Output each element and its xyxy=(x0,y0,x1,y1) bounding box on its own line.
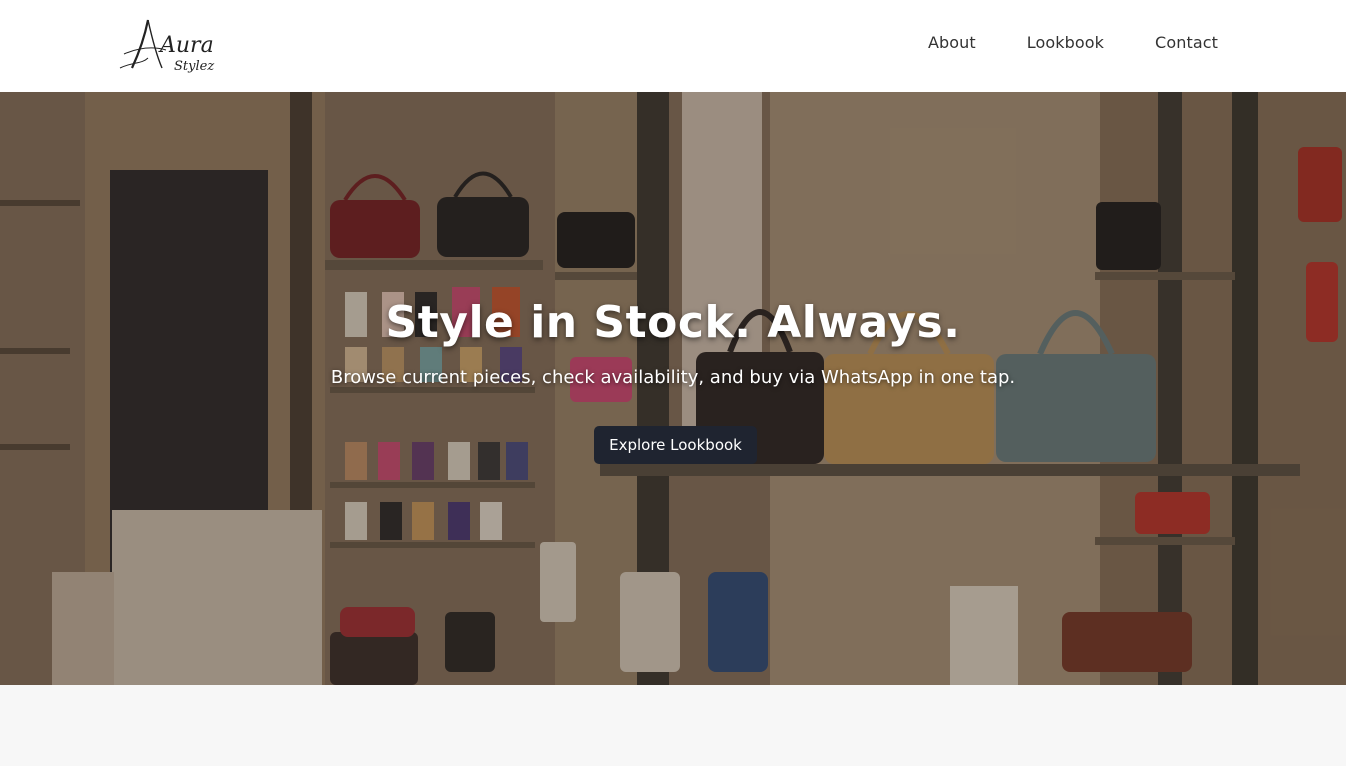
nav-link-lookbook[interactable]: Lookbook xyxy=(1027,33,1104,52)
hero-overlay xyxy=(0,92,1346,685)
content-section xyxy=(0,685,1346,766)
hero-section: Style in Stock. Always. Browse current p… xyxy=(0,92,1346,685)
main-nav: About Lookbook Contact xyxy=(928,33,1218,52)
hero-subtitle: Browse current pieces, check availabilit… xyxy=(330,367,1016,388)
brand-logo-mark: Aura Stylez xyxy=(119,19,214,74)
brand-name-main: Aura xyxy=(158,33,214,58)
nav-link-contact[interactable]: Contact xyxy=(1155,33,1218,52)
brand-name-sub: Stylez xyxy=(174,59,214,74)
hero-title: Style in Stock. Always. xyxy=(385,297,961,348)
site-header: Aura Stylez About Lookbook Contact xyxy=(0,0,1346,92)
nav-link-about[interactable]: About xyxy=(928,33,976,52)
explore-lookbook-button[interactable]: Explore Lookbook xyxy=(594,426,757,464)
brand-logo[interactable]: Aura Stylez xyxy=(118,10,218,76)
